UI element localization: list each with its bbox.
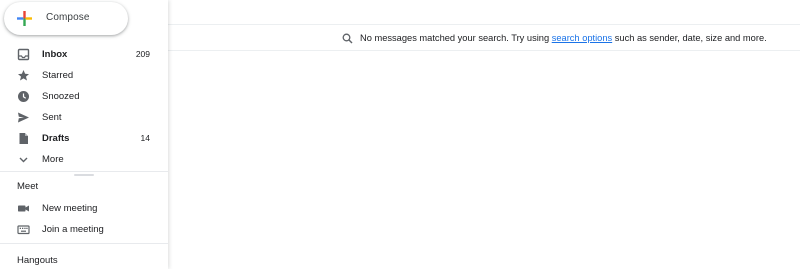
- sidebar-item-join-meeting[interactable]: Join a meeting: [0, 219, 160, 240]
- sidebar-item-drafts[interactable]: Drafts 14: [0, 128, 160, 149]
- sidebar-item-label: New meeting: [42, 203, 98, 214]
- sidebar-item-label: Sent: [42, 112, 62, 123]
- send-icon: [17, 111, 30, 124]
- compose-label: Compose: [46, 12, 90, 23]
- divider: [0, 243, 168, 244]
- videocam-icon: [17, 202, 30, 215]
- search-options-link[interactable]: search options: [552, 33, 612, 43]
- sidebar-item-new-meeting[interactable]: New meeting: [0, 198, 160, 219]
- sidebar: Compose Inbox 209 Starred Snoozed Sent D…: [0, 0, 168, 269]
- keyboard-icon: [17, 223, 30, 236]
- gmail-app: Compose Inbox 209 Starred Snoozed Sent D…: [0, 0, 800, 269]
- drafts-count: 14: [140, 133, 150, 143]
- sidebar-item-inbox[interactable]: Inbox 209: [0, 44, 160, 65]
- inbox-icon: [17, 48, 30, 61]
- sidebar-item-label: Join a meeting: [42, 224, 104, 235]
- sidebar-item-label: Inbox: [42, 49, 68, 60]
- main-content: No messages matched your search. Try usi…: [168, 0, 800, 269]
- sidebar-item-snoozed[interactable]: Snoozed: [0, 86, 160, 107]
- sidebar-item-label: More: [42, 154, 64, 165]
- sidebar-item-sent[interactable]: Sent: [0, 107, 160, 128]
- inbox-count: 209: [135, 49, 150, 59]
- divider: [168, 50, 800, 51]
- empty-message-suffix: such as sender, date, size and more.: [612, 33, 767, 43]
- empty-message-prefix: No messages matched your search. Try usi…: [360, 33, 552, 43]
- clock-icon: [17, 90, 30, 103]
- sidebar-item-label: Drafts: [42, 133, 70, 144]
- compose-button[interactable]: Compose: [4, 2, 128, 35]
- chevron-down-icon: [17, 153, 30, 166]
- empty-search-message: No messages matched your search. Try usi…: [342, 31, 767, 45]
- meet-section-title: Meet: [17, 181, 39, 192]
- sidebar-item-more[interactable]: More: [0, 149, 160, 170]
- star-icon: [17, 69, 30, 82]
- draft-icon: [17, 132, 30, 145]
- meet-nav: New meeting Join a meeting: [0, 198, 168, 240]
- resize-handle[interactable]: [74, 174, 94, 176]
- divider: [168, 24, 800, 25]
- sidebar-item-starred[interactable]: Starred: [0, 65, 160, 86]
- sidebar-item-label: Starred: [42, 70, 74, 81]
- divider: [0, 171, 168, 172]
- hangouts-section-title: Hangouts: [17, 255, 58, 266]
- search-icon: [342, 33, 353, 44]
- compose-plus-icon: [16, 10, 33, 27]
- mail-nav: Inbox 209 Starred Snoozed Sent Drafts 14…: [0, 44, 168, 170]
- sidebar-item-label: Snoozed: [42, 91, 80, 102]
